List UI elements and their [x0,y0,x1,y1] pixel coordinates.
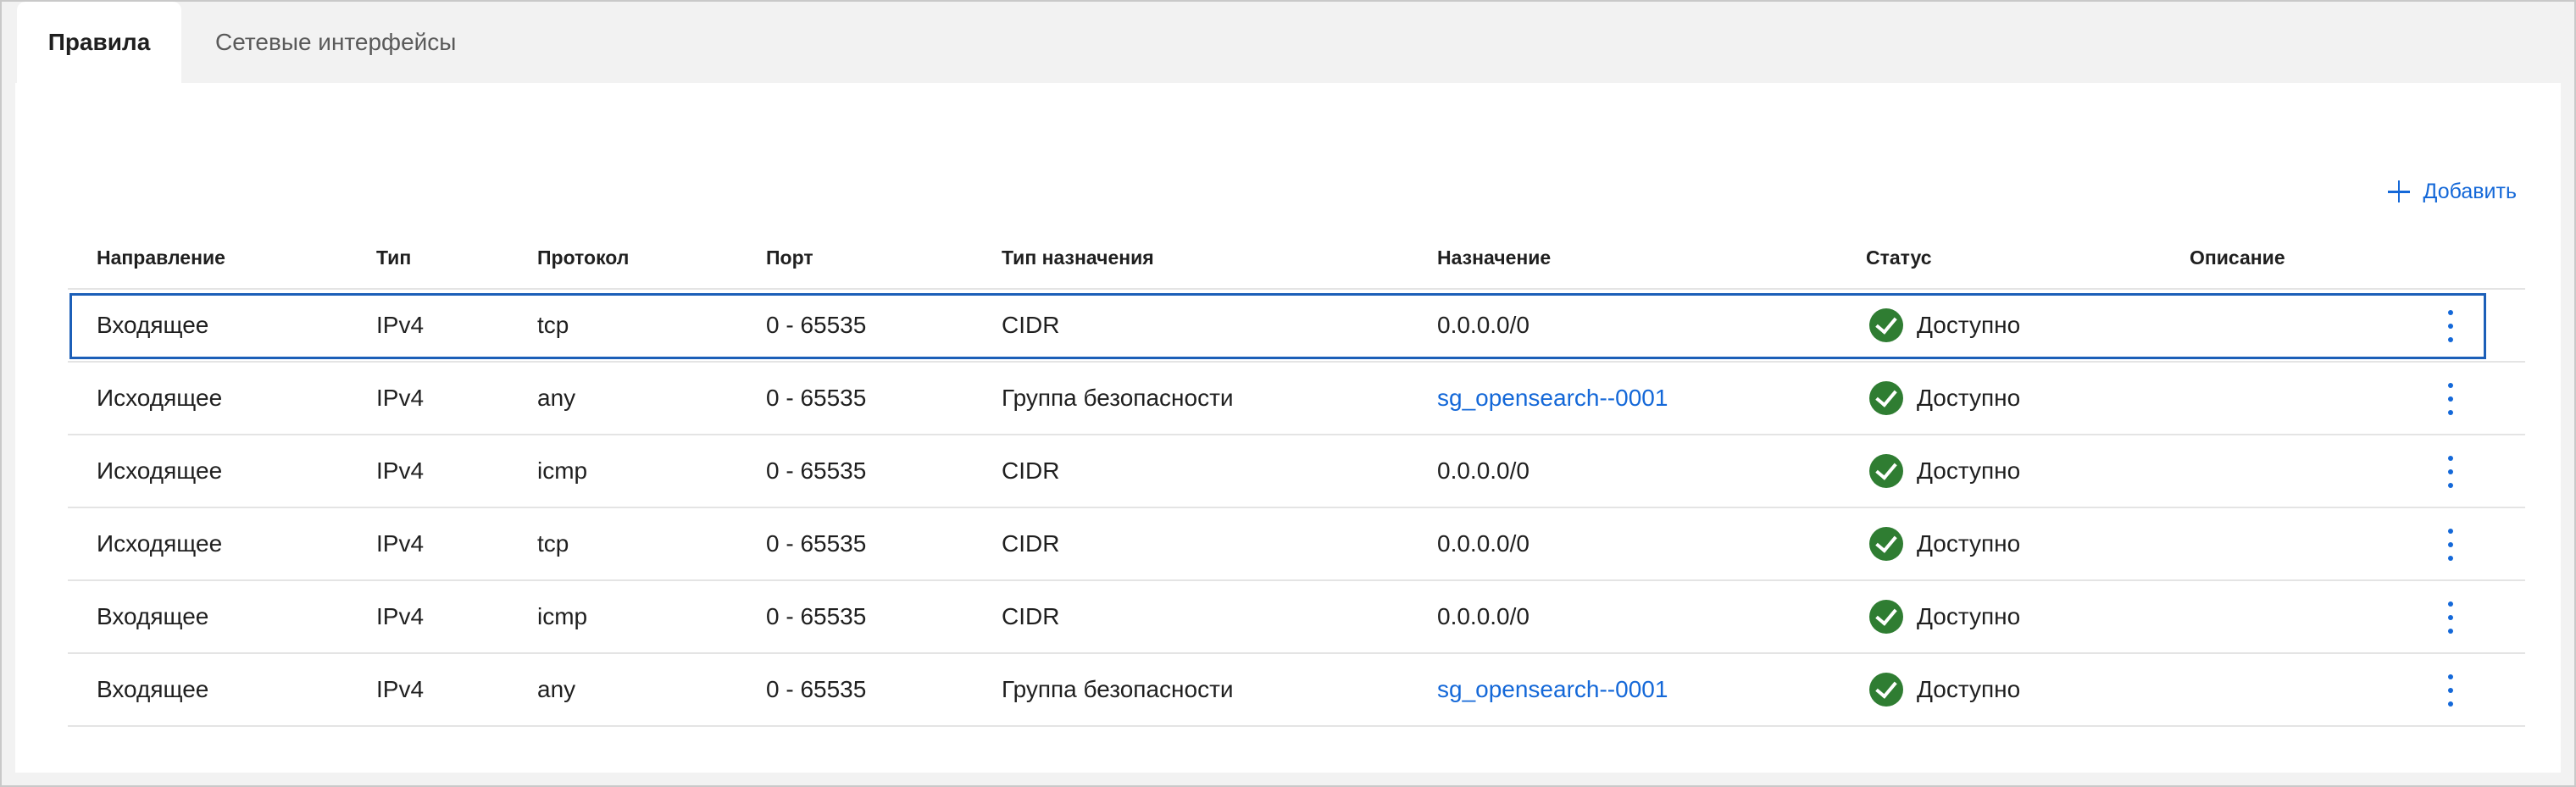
table-row[interactable]: Входящее IPv4 tcp 0 - 65535 CIDR 0.0.0.0… [68,290,2525,363]
row-menu-icon[interactable] [2440,456,2461,488]
row-menu-icon[interactable] [2440,674,2461,707]
status-label: Доступно [1917,676,2021,702]
cell-destination-type: CIDR [1002,457,1060,484]
column-header-direction[interactable]: Направление [97,247,225,269]
security-group-link[interactable]: sg_opensearch--0001 [1437,676,1668,703]
cell-protocol: icmp [537,603,588,629]
add-rule-button[interactable]: Добавить [2387,173,2518,210]
check-circle-icon [1869,527,1903,561]
status-label: Доступно [1917,312,2021,338]
plus-icon [2387,180,2410,202]
cell-port: 0 - 65535 [766,603,867,629]
cell-type: IPv4 [376,312,425,338]
table-row[interactable]: Исходящее IPv4 icmp 0 - 65535 CIDR 0.0.0… [68,435,2525,508]
cell-status: Доступно [1869,527,2020,561]
cell-status: Доступно [1869,381,2020,415]
table-row[interactable]: Исходящее IPv4 any 0 - 65535 Группа безо… [68,363,2525,435]
cell-destination: 0.0.0.0/0 [1437,312,1530,338]
cell-destination: 0.0.0.0/0 [1437,603,1530,629]
row-menu-icon[interactable] [2440,310,2461,342]
cell-destination-type: CIDR [1002,603,1060,629]
cell-port: 0 - 65535 [766,312,867,338]
cell-direction: Входящее [97,676,209,702]
cell-status: Доступно [1869,308,2020,342]
column-header-type[interactable]: Тип [376,247,411,269]
cell-direction: Входящее [97,312,209,338]
status-label: Доступно [1917,385,2021,411]
cell-port: 0 - 65535 [766,457,867,484]
check-circle-icon [1869,381,1903,415]
security-group-link[interactable]: sg_opensearch--0001 [1437,385,1668,412]
column-header-destination-type[interactable]: Тип назначения [1002,247,1154,269]
cell-destination-type: Группа безопасности [1002,385,1234,411]
cell-status: Доступно [1869,454,2020,488]
cell-direction: Входящее [97,603,209,629]
cell-protocol: any [537,676,576,702]
cell-destination: 0.0.0.0/0 [1437,457,1530,484]
cell-direction: Исходящее [97,385,223,411]
cell-protocol: tcp [537,530,569,557]
column-header-status[interactable]: Статус [1866,247,1932,269]
cell-direction: Исходящее [97,457,223,484]
table-row[interactable]: Исходящее IPv4 tcp 0 - 65535 CIDR 0.0.0.… [68,508,2525,581]
cell-protocol: icmp [537,457,588,484]
tab-rules[interactable]: Правила [17,2,181,83]
check-circle-icon [1869,454,1903,488]
check-circle-icon [1869,673,1903,707]
cell-port: 0 - 65535 [766,676,867,702]
rules-window: Правила Сетевые интерфейсы Добавить Напр… [0,0,2576,787]
cell-destination-type: CIDR [1002,312,1060,338]
status-label: Доступно [1917,530,2021,557]
column-header-protocol[interactable]: Протокол [537,247,629,269]
cell-destination-type: Группа безопасности [1002,676,1234,702]
column-header-description[interactable]: Описание [2190,247,2285,269]
cell-protocol: any [537,385,576,411]
cell-destination-type: CIDR [1002,530,1060,557]
table-row[interactable]: Входящее IPv4 icmp 0 - 65535 CIDR 0.0.0.… [68,581,2525,654]
column-header-destination[interactable]: Назначение [1437,247,1551,269]
row-menu-icon[interactable] [2440,601,2461,634]
table-header: Направление Тип Протокол Порт Тип назнач… [68,227,2525,290]
rules-panel: Добавить Направление Тип Протокол Порт Т… [15,83,2561,773]
tab-bar: Правила Сетевые интерфейсы [2,2,2574,83]
tab-network-interfaces[interactable]: Сетевые интерфейсы [181,2,490,83]
cell-port: 0 - 65535 [766,385,867,411]
status-label: Доступно [1917,603,2021,629]
cell-destination: 0.0.0.0/0 [1437,530,1530,557]
cell-status: Доступно [1869,600,2020,634]
cell-type: IPv4 [376,457,425,484]
row-menu-icon[interactable] [2440,529,2461,561]
cell-protocol: tcp [537,312,569,338]
check-circle-icon [1869,308,1903,342]
row-menu-icon[interactable] [2440,383,2461,415]
cell-type: IPv4 [376,530,425,557]
cell-type: IPv4 [376,385,425,411]
check-circle-icon [1869,600,1903,634]
status-label: Доступно [1917,457,2021,484]
cell-direction: Исходящее [97,530,223,557]
cell-type: IPv4 [376,603,425,629]
cell-type: IPv4 [376,676,425,702]
cell-status: Доступно [1869,673,2020,707]
add-rule-label: Добавить [2423,179,2518,203]
cell-port: 0 - 65535 [766,530,867,557]
rules-table: Направление Тип Протокол Порт Тип назнач… [68,227,2525,727]
table-row[interactable]: Входящее IPv4 any 0 - 65535 Группа безоп… [68,654,2525,727]
column-header-port[interactable]: Порт [766,247,813,269]
